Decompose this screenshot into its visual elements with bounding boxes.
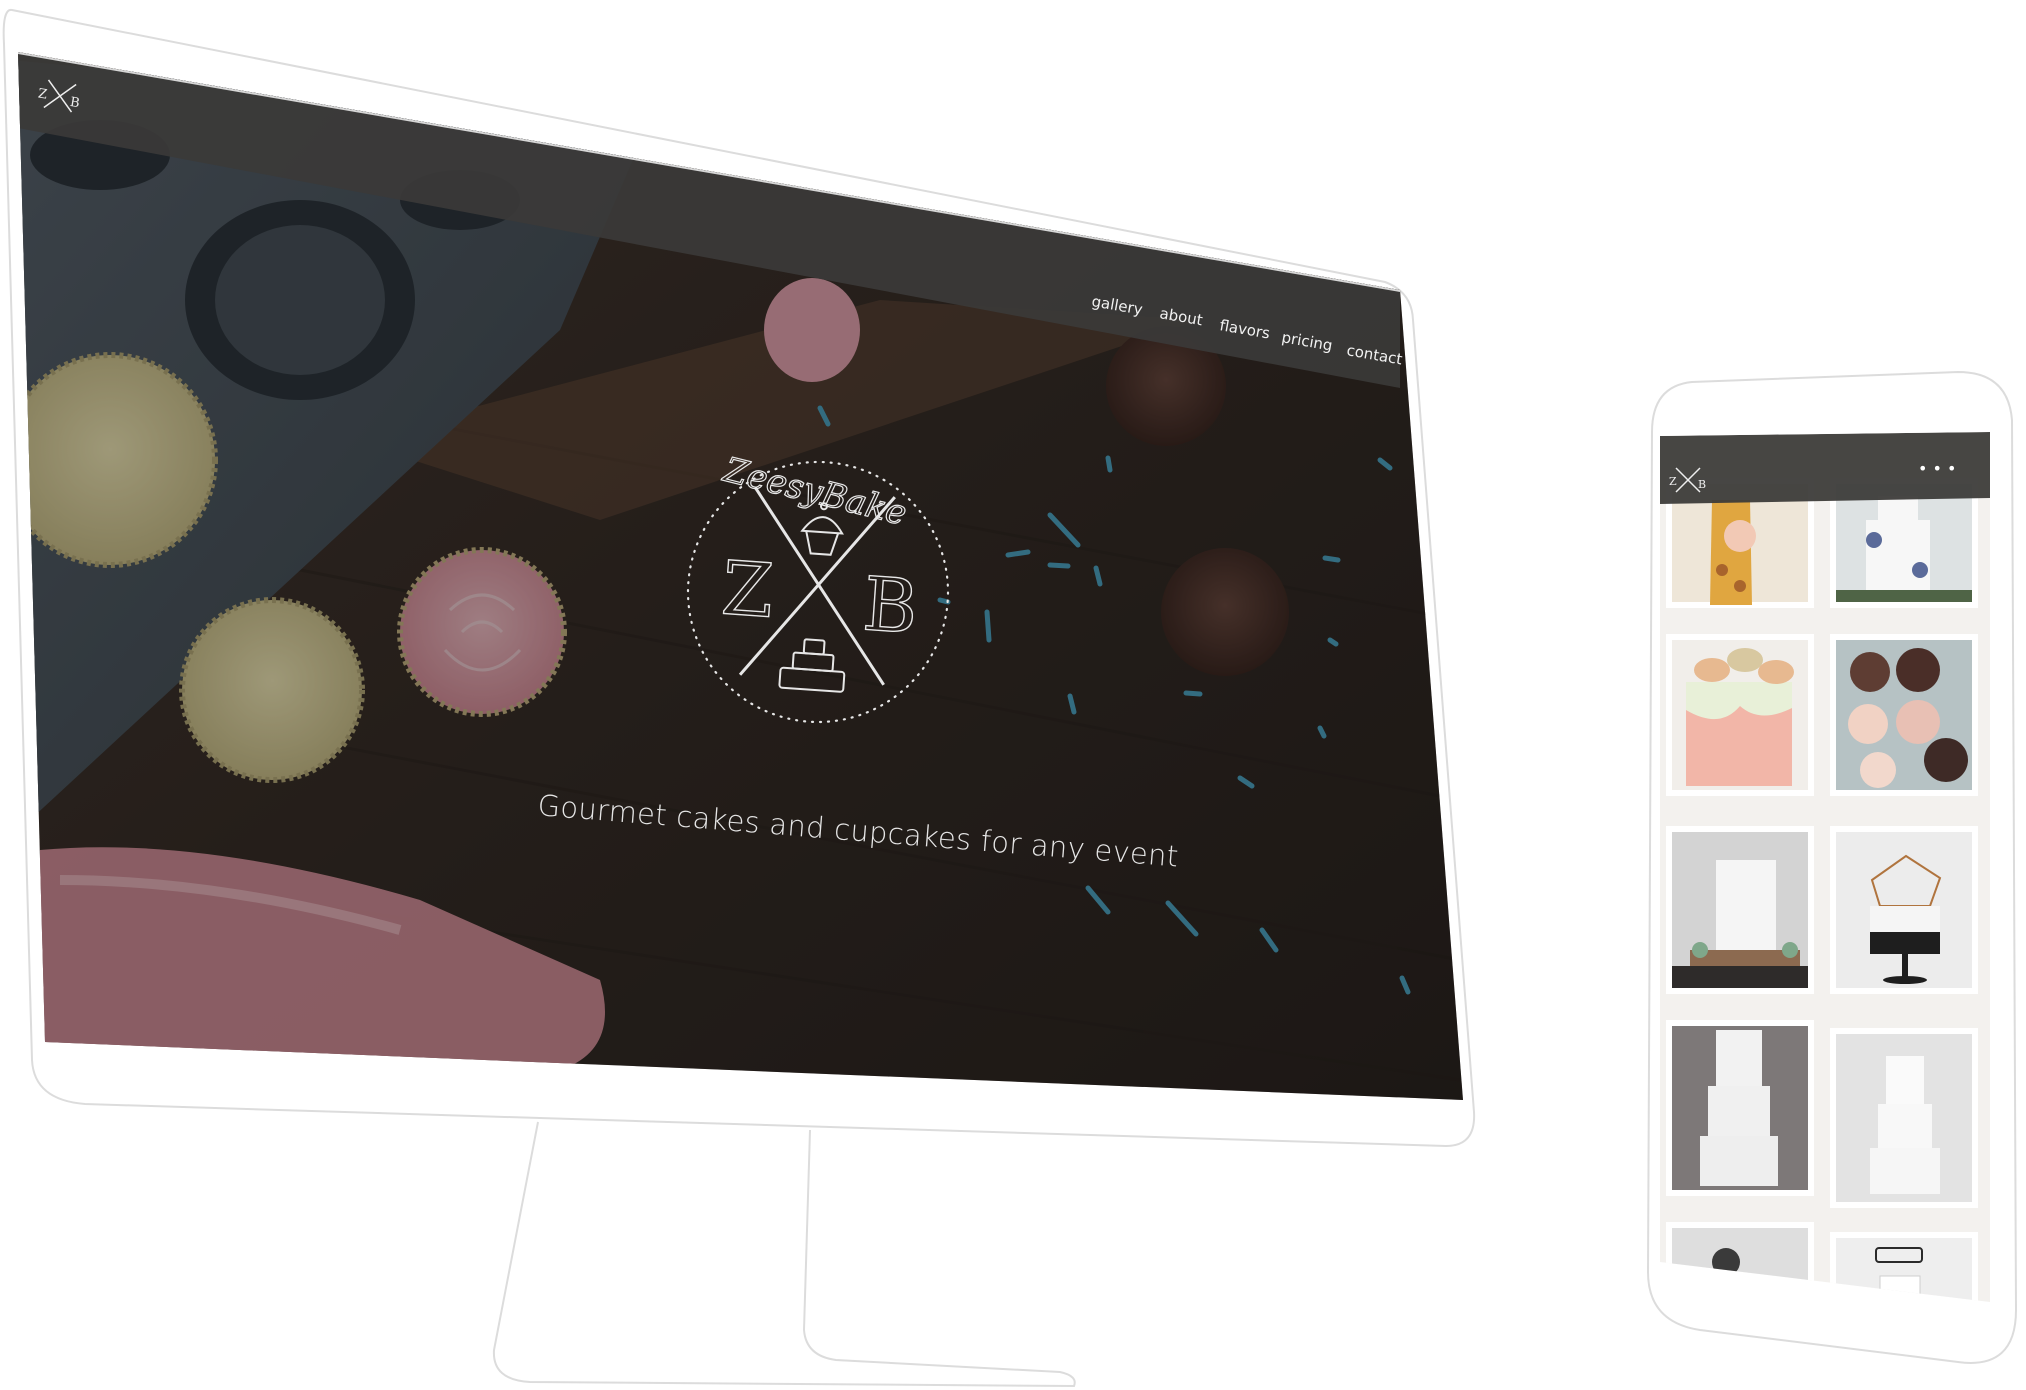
- emblem-initial-left: Z: [719, 545, 776, 634]
- logo-initial-right: B: [1698, 478, 1706, 491]
- gallery-tile-smooth-white-tier-cake[interactable]: [1830, 1028, 1978, 1208]
- gallery-tile-geometric-elephant-cake[interactable]: [1830, 826, 1978, 994]
- gallery-tile-textured-white-tier-cake[interactable]: [1666, 1020, 1814, 1196]
- mobile-phone: Z B • • •: [1646, 370, 2018, 1364]
- mobile-menu-button[interactable]: • • •: [1918, 459, 1956, 478]
- desktop-monitor: Z B gallery about flavors pricing contac…: [2, 8, 1476, 1388]
- emblem-initial-right: B: [860, 561, 920, 651]
- gallery-tile-chocolate-macarons[interactable]: [1830, 634, 1978, 796]
- device-mockup-stage: Z B gallery about flavors pricing contac…: [0, 0, 2026, 1390]
- phone-screen: [1660, 432, 1990, 1302]
- gallery-tile-white-floral-drip-cake[interactable]: [1666, 826, 1814, 994]
- gallery-tile-macaron-drip-cake[interactable]: [1666, 634, 1814, 796]
- logo-initial-left: Z: [1669, 475, 1677, 488]
- mockup-scene: Z B gallery about flavors pricing contac…: [2, 8, 2018, 1388]
- monitor-stand: [492, 1121, 1076, 1388]
